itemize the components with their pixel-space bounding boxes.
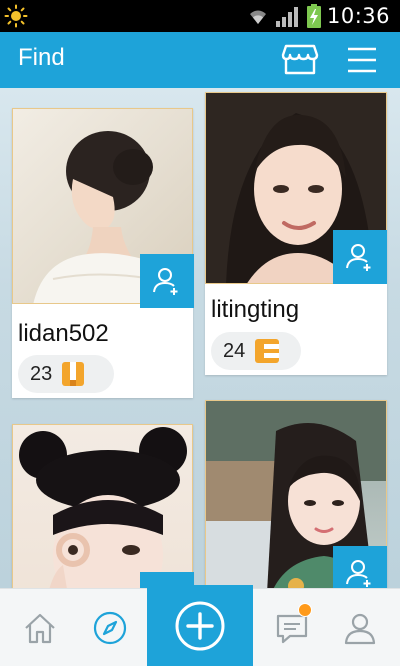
wifi-icon	[249, 10, 266, 24]
nav-profile[interactable]	[330, 589, 390, 666]
weather-sun-icon	[4, 4, 28, 28]
add-user-icon	[153, 268, 178, 295]
add-user-icon	[346, 244, 371, 271]
gift-icon	[255, 339, 280, 363]
user-card[interactable]	[12, 424, 193, 588]
user-card[interactable]: litingting 24	[205, 92, 387, 375]
profile-icon	[344, 613, 376, 645]
username[interactable]: litingting	[211, 296, 299, 324]
create-post-button[interactable]	[147, 585, 253, 666]
gift-count: 24	[223, 339, 246, 362]
signal-icon	[275, 7, 298, 27]
home-icon	[25, 613, 55, 644]
store-button[interactable]	[280, 42, 320, 78]
gift-count: 23	[30, 362, 53, 385]
gift-icon	[62, 362, 85, 386]
status-bar: 10:36	[0, 0, 400, 32]
add-icon	[175, 601, 225, 651]
username[interactable]: lidan502	[18, 320, 109, 348]
compass-icon	[93, 611, 127, 645]
gift-count-badge[interactable]: 23	[18, 355, 114, 393]
battery-charging-icon	[306, 4, 321, 28]
find-feed[interactable]: lidan502 23 litingting 24	[0, 88, 400, 588]
portrait-image	[19, 427, 187, 588]
page-title: Find	[18, 44, 65, 71]
user-photo[interactable]	[12, 424, 193, 588]
nav-discover[interactable]	[80, 589, 140, 666]
nav-home[interactable]	[10, 589, 70, 666]
notification-dot	[298, 603, 312, 617]
hamburger-menu-icon	[348, 47, 376, 73]
add-user-icon	[346, 560, 371, 587]
user-card[interactable]	[205, 400, 387, 588]
app-header: Find	[0, 32, 400, 88]
add-friend-button[interactable]	[333, 230, 387, 284]
user-card[interactable]: lidan502 23	[12, 108, 194, 398]
bottom-navigation	[0, 585, 400, 666]
nav-messages[interactable]	[262, 589, 322, 666]
gift-count-badge[interactable]: 24	[211, 332, 301, 370]
clock: 10:36	[326, 4, 390, 28]
store-icon	[281, 44, 319, 75]
add-friend-button[interactable]	[140, 254, 194, 308]
add-friend-button[interactable]	[333, 546, 387, 588]
menu-button[interactable]	[345, 44, 379, 76]
